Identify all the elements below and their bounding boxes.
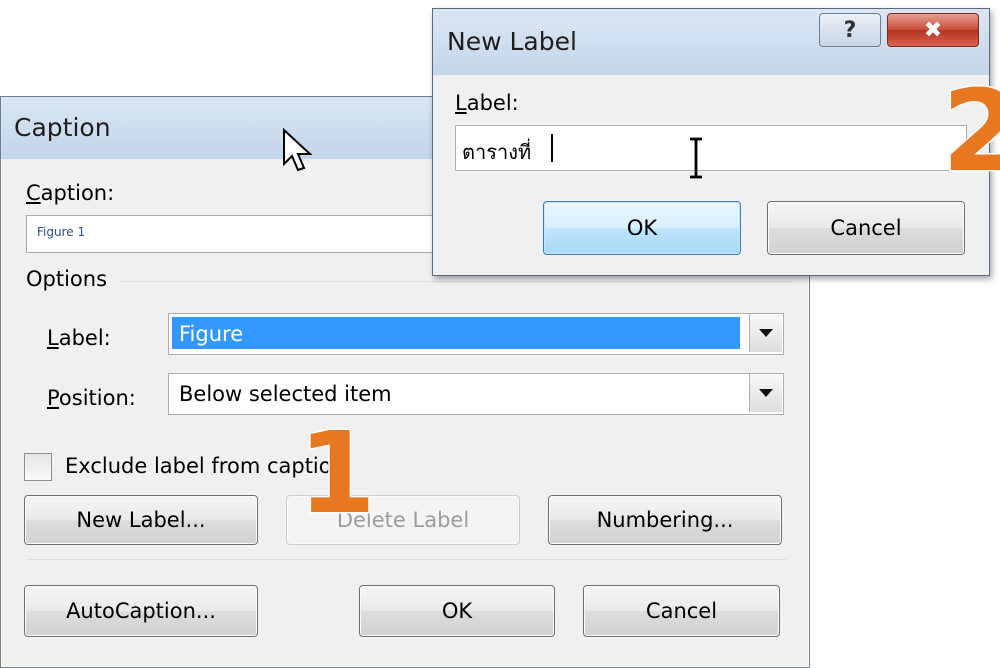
close-icon: ✖ <box>923 17 943 43</box>
new-label-input-value: ตารางที่ <box>462 140 532 164</box>
position-field-label: Position: <box>47 386 136 410</box>
numbering-button-label: Numbering... <box>596 508 734 532</box>
caption-cancel-button[interactable]: Cancel <box>583 585 780 637</box>
caption-input[interactable]: Figure 1 <box>26 215 448 253</box>
help-button[interactable]: ? <box>819 13 881 47</box>
new-label-ok-button-label: OK <box>626 216 658 240</box>
text-caret <box>551 134 553 162</box>
step-1-callout: 1 <box>297 409 378 539</box>
autocaption-button-label: AutoCaption... <box>66 599 216 623</box>
chevron-down-icon <box>759 329 773 337</box>
new-label-cancel-button[interactable]: Cancel <box>767 201 965 255</box>
caption-input-value: Figure 1 <box>37 225 86 239</box>
new-label-button-label: New Label... <box>76 508 206 532</box>
new-label-dialog-title: New Label <box>447 27 577 56</box>
caption-cancel-button-label: Cancel <box>645 599 718 623</box>
label-selection-highlight <box>172 317 740 349</box>
position-combobox[interactable]: Below selected item <box>168 373 784 415</box>
footer-divider <box>26 559 786 560</box>
position-combobox-value: Below selected item <box>179 382 392 406</box>
caption-ok-button[interactable]: OK <box>359 585 555 637</box>
numbering-button[interactable]: Numbering... <box>548 495 782 545</box>
new-label-field-label: Label: <box>455 91 519 115</box>
chevron-down-icon <box>759 389 773 397</box>
caption-dialog-title: Caption <box>14 113 111 142</box>
options-group-label: Options <box>26 267 108 291</box>
position-dropdown-button[interactable] <box>749 374 782 412</box>
exclude-label-checkbox[interactable] <box>24 453 52 481</box>
options-divider <box>121 281 791 282</box>
new-label-dialog: New Label ? ✖ Label: ตารางที่ OK Cancel <box>432 8 990 276</box>
new-label-ok-button[interactable]: OK <box>543 201 741 255</box>
caption-ok-button-label: OK <box>441 599 473 623</box>
help-icon: ? <box>843 17 857 43</box>
new-label-cancel-button-label: Cancel <box>830 216 902 240</box>
new-label-titlebar[interactable]: New Label ? ✖ <box>433 9 989 75</box>
label-combobox-value: Figure <box>179 322 244 346</box>
step-2-callout: 2 <box>941 67 1000 197</box>
label-field-label: Label: <box>47 326 111 350</box>
close-button[interactable]: ✖ <box>887 13 979 47</box>
new-label-button[interactable]: New Label... <box>24 495 258 545</box>
label-dropdown-button[interactable] <box>749 314 782 352</box>
label-combobox[interactable]: Figure <box>168 313 784 355</box>
ibeam-cursor-icon <box>690 137 702 179</box>
caption-field-label: Caption: <box>26 181 115 205</box>
arrow-cursor-icon <box>283 128 313 172</box>
new-label-input[interactable]: ตารางที่ <box>455 125 967 171</box>
autocaption-button[interactable]: AutoCaption... <box>24 585 258 637</box>
